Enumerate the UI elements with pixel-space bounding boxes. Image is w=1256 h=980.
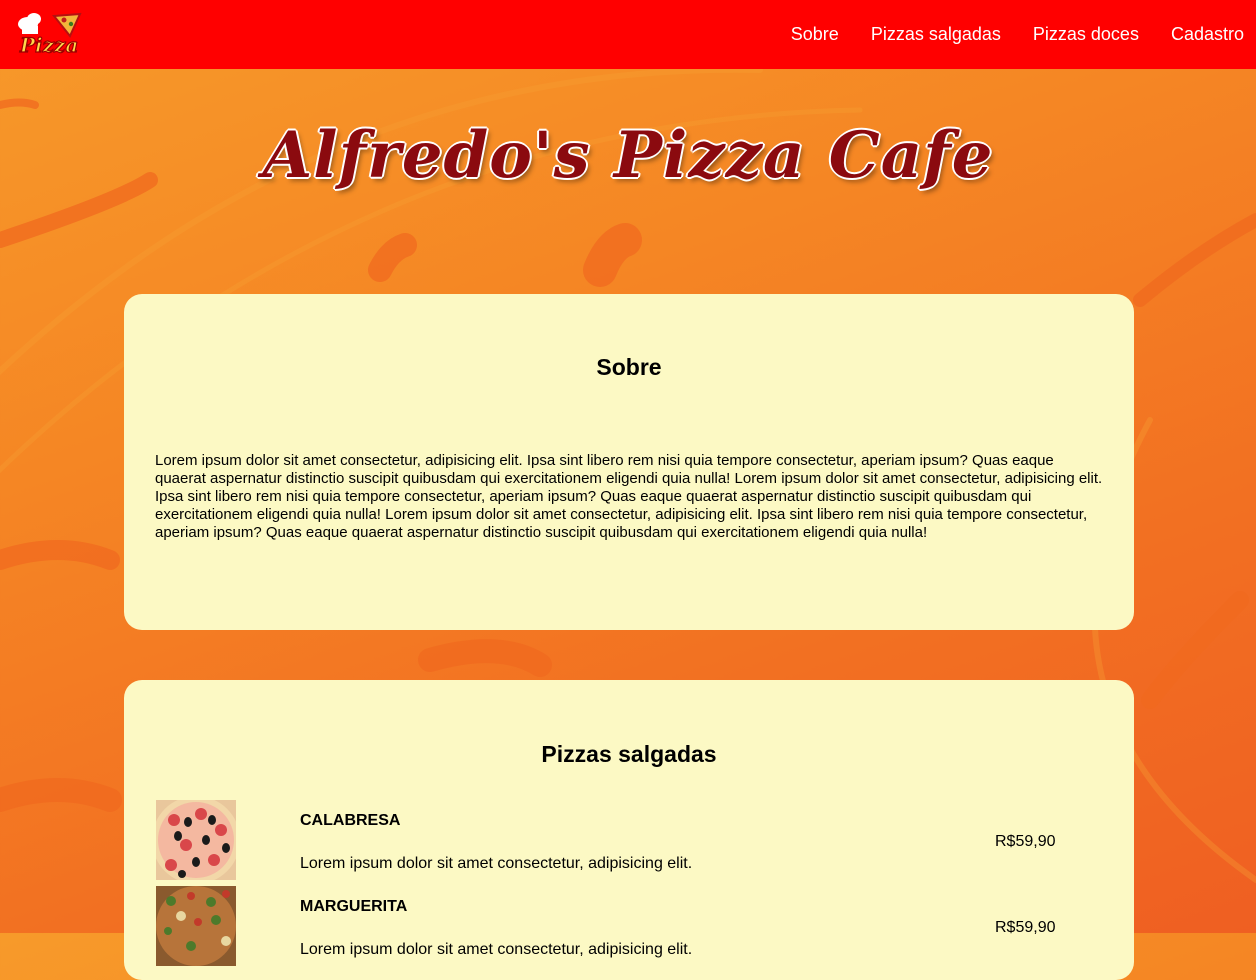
nav-link-cadastro[interactable]: Cadastro (1171, 24, 1244, 45)
svg-text:Pizza: Pizza (19, 33, 78, 57)
nav-links: Sobre Pizzas salgadas Pizzas doces Cadas… (759, 0, 1244, 69)
hero-title: Alfredo's Pizza Cafe (262, 118, 994, 193)
pepperoni-pizza-image (156, 800, 236, 880)
pizza-item: CALABRESA Lorem ipsum dolor sit amet con… (156, 800, 1086, 880)
pizza-description: Lorem ipsum dolor sit amet consectetur, … (300, 941, 693, 958)
nav-link-pizzas-salgadas[interactable]: Pizzas salgadas (871, 24, 1001, 45)
pizza-name: CALABRESA (300, 812, 401, 829)
pizza-description: Lorem ipsum dolor sit amet consectetur, … (300, 855, 693, 872)
sobre-text: Lorem ipsum dolor sit amet consectetur, … (155, 452, 1103, 541)
margherita-pizza-image (156, 886, 236, 966)
navbar: Pizza Sobre Pizzas salgadas Pizzas doces… (0, 0, 1256, 69)
nav-link-pizzas-doces[interactable]: Pizzas doces (1033, 24, 1139, 45)
pizza-logo[interactable]: Pizza (14, 8, 84, 60)
pizza-price: R$59,90 (995, 919, 1056, 936)
pizzas-salgadas-heading: Pizzas salgadas (541, 741, 717, 767)
pizza-name: MARGUERITA (300, 898, 408, 915)
pizza-price: R$59,90 (995, 833, 1056, 850)
pizzas-salgadas-section: Pizzas salgadas CALABRESA Lorem ipsum do… (124, 680, 1134, 980)
sobre-section: Sobre Lorem ipsum dolor sit amet consect… (124, 294, 1134, 630)
pizza-item: MARGUERITA Lorem ipsum dolor sit amet co… (156, 886, 1086, 966)
nav-link-sobre[interactable]: Sobre (791, 24, 839, 45)
sobre-heading: Sobre (596, 354, 662, 380)
